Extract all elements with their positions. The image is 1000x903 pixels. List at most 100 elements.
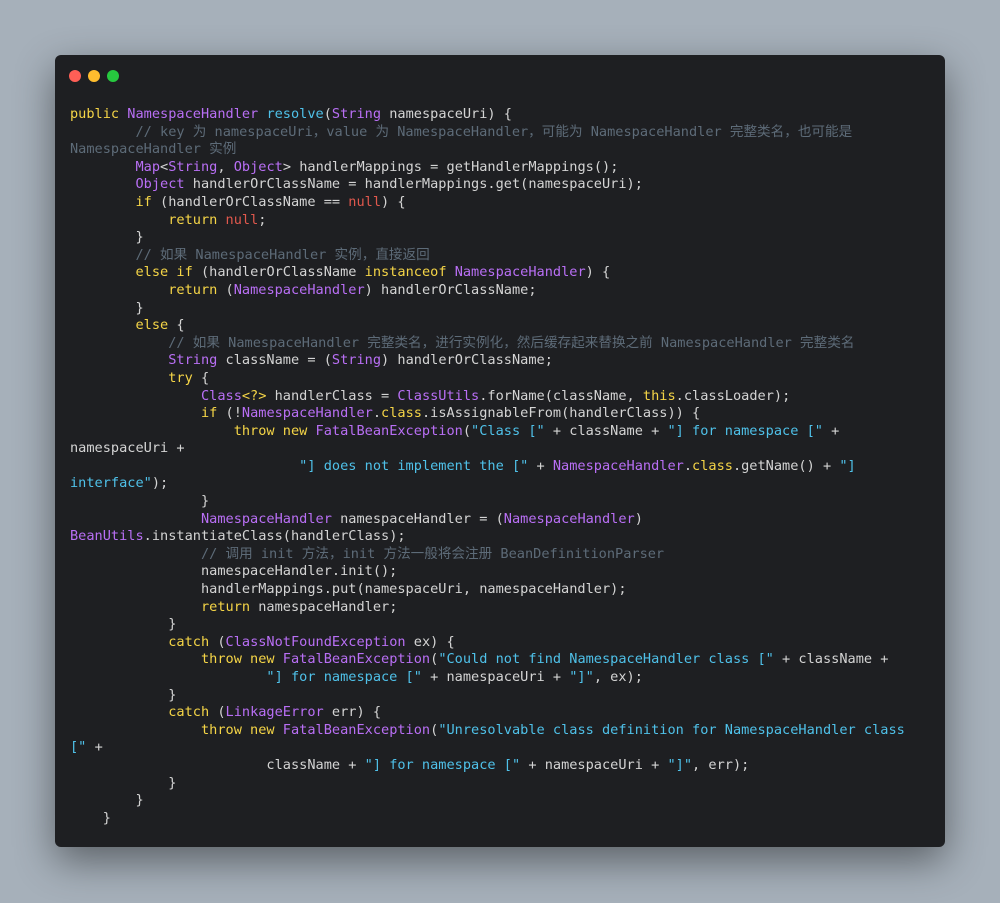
code-token: } bbox=[70, 774, 177, 791]
code-token: NamespaceHandler bbox=[503, 510, 635, 527]
code-line: Class<?> handlerClass = ClassUtils.forNa… bbox=[70, 388, 905, 406]
code-token: (handlerOrClassName bbox=[200, 264, 365, 281]
code-token: ); bbox=[151, 475, 169, 492]
code-token: interface" bbox=[70, 475, 152, 492]
code-token: namespaceHandler.init(); bbox=[70, 563, 398, 580]
code-token: <?> bbox=[241, 387, 275, 404]
code-token: "] for namespace [" bbox=[364, 756, 529, 773]
code-token: ClassUtils bbox=[397, 387, 480, 404]
code-token: NamespaceHandler bbox=[241, 405, 373, 422]
code-line: "] for namespace [" + namespaceUri + "]"… bbox=[70, 669, 905, 687]
code-token: namespaceUri) { bbox=[389, 106, 512, 122]
code-token: ) handlerOrClassName; bbox=[381, 352, 553, 369]
code-token: ( bbox=[217, 633, 226, 650]
code-line: BeanUtils.instantiateClass(handlerClass)… bbox=[70, 528, 905, 546]
code-token: return bbox=[168, 281, 226, 298]
code-token: NamespaceHandler bbox=[552, 457, 684, 474]
code-token: ( bbox=[323, 106, 332, 122]
code-token: catch bbox=[168, 704, 218, 721]
code-token: } bbox=[70, 809, 111, 826]
code-token: NamespaceHandler bbox=[454, 264, 586, 281]
code-token: Class bbox=[200, 387, 242, 404]
code-token: // key 为 namespaceUri，value 为 NamespaceH… bbox=[135, 123, 853, 140]
code-token: namespaceUri + bbox=[70, 440, 185, 457]
minimize-dot-icon[interactable] bbox=[88, 70, 100, 82]
code-line: // 调用 init 方法，init 方法一般将会注册 BeanDefiniti… bbox=[70, 546, 905, 564]
code-token: null bbox=[225, 211, 259, 228]
close-dot-icon[interactable] bbox=[69, 70, 81, 82]
code-token: NamespaceHandler bbox=[200, 510, 341, 527]
code-token: ClassNotFoundException bbox=[225, 633, 414, 650]
code-line: else { bbox=[70, 317, 905, 335]
maximize-dot-icon[interactable] bbox=[107, 70, 119, 82]
code-token: FatalBeanException bbox=[315, 422, 463, 439]
code-line: catch (ClassNotFoundException ex) { bbox=[70, 634, 905, 652]
code-token: "] for namespace [" bbox=[667, 422, 832, 439]
code-token: throw new bbox=[233, 422, 316, 439]
code-line: } bbox=[70, 792, 905, 810]
code-token: + bbox=[536, 457, 553, 474]
code-line: throw new FatalBeanException("Could not … bbox=[70, 651, 905, 669]
code-block: public NamespaceHandler resolve(String n… bbox=[70, 106, 905, 827]
code-token: this bbox=[642, 387, 676, 404]
code-line: String className = (String) handlerOrCla… bbox=[70, 352, 905, 370]
code-token: .classLoader); bbox=[675, 387, 791, 404]
code-token: Object bbox=[135, 176, 193, 193]
code-token: catch bbox=[168, 633, 218, 650]
code-token: String bbox=[168, 352, 226, 369]
code-token: ) handlerOrClassName; bbox=[364, 281, 537, 298]
code-line: return null; bbox=[70, 212, 905, 230]
code-line: } bbox=[70, 687, 905, 705]
code-token: , ex); bbox=[593, 669, 643, 685]
code-token: .isAssignableFrom(handlerClass)) { bbox=[421, 405, 701, 422]
code-token: } bbox=[70, 792, 144, 809]
code-token: if bbox=[200, 405, 226, 422]
code-line: public NamespaceHandler resolve(String n… bbox=[70, 106, 905, 124]
code-token: + namespaceUri + bbox=[430, 669, 570, 685]
code-token: + bbox=[94, 739, 103, 756]
code-line: return namespaceHandler; bbox=[70, 599, 905, 617]
code-token: instanceof bbox=[364, 264, 455, 281]
code-token: NamespaceHandler bbox=[233, 281, 365, 298]
code-token: class bbox=[692, 457, 733, 474]
code-token: } bbox=[70, 686, 177, 703]
code-token: "Unresolvable class definition for Names… bbox=[438, 721, 905, 738]
code-token: return bbox=[168, 211, 226, 228]
code-line: } bbox=[70, 616, 905, 634]
code-token: (handlerOrClassName == bbox=[160, 193, 349, 210]
code-line: // 如果 NamespaceHandler 实例，直接返回 bbox=[70, 247, 905, 265]
code-token: ex) { bbox=[413, 633, 455, 650]
code-token: Map bbox=[135, 158, 161, 175]
code-token: < bbox=[160, 158, 169, 175]
code-line: className + "] for namespace [" + namesp… bbox=[70, 757, 905, 775]
code-line: catch (LinkageError err) { bbox=[70, 704, 905, 722]
code-line: handlerMappings.put(namespaceUri, namesp… bbox=[70, 581, 905, 599]
code-line: namespaceUri + bbox=[70, 440, 905, 458]
code-line: Map<String, Object> handlerMappings = ge… bbox=[70, 159, 905, 177]
window-controls bbox=[69, 70, 119, 82]
code-line: if (!NamespaceHandler.class.isAssignable… bbox=[70, 405, 905, 423]
code-line: } bbox=[70, 229, 905, 247]
code-token: LinkageError bbox=[225, 704, 332, 721]
code-token: { bbox=[200, 369, 210, 386]
code-token: "] for namespace [" bbox=[266, 669, 431, 685]
code-line: // 如果 NamespaceHandler 完整类名，进行实例化，然后缓存起来… bbox=[70, 335, 905, 353]
code-token: [" bbox=[70, 739, 95, 756]
code-token: return bbox=[200, 598, 259, 615]
code-token: .instantiateClass(handlerClass); bbox=[143, 528, 406, 545]
code-window: public NamespaceHandler resolve(String n… bbox=[55, 55, 945, 847]
code-line: else if (handlerOrClassName instanceof N… bbox=[70, 264, 905, 282]
code-line: throw new FatalBeanException("Class [" +… bbox=[70, 423, 905, 441]
code-token: ) { bbox=[585, 264, 611, 281]
